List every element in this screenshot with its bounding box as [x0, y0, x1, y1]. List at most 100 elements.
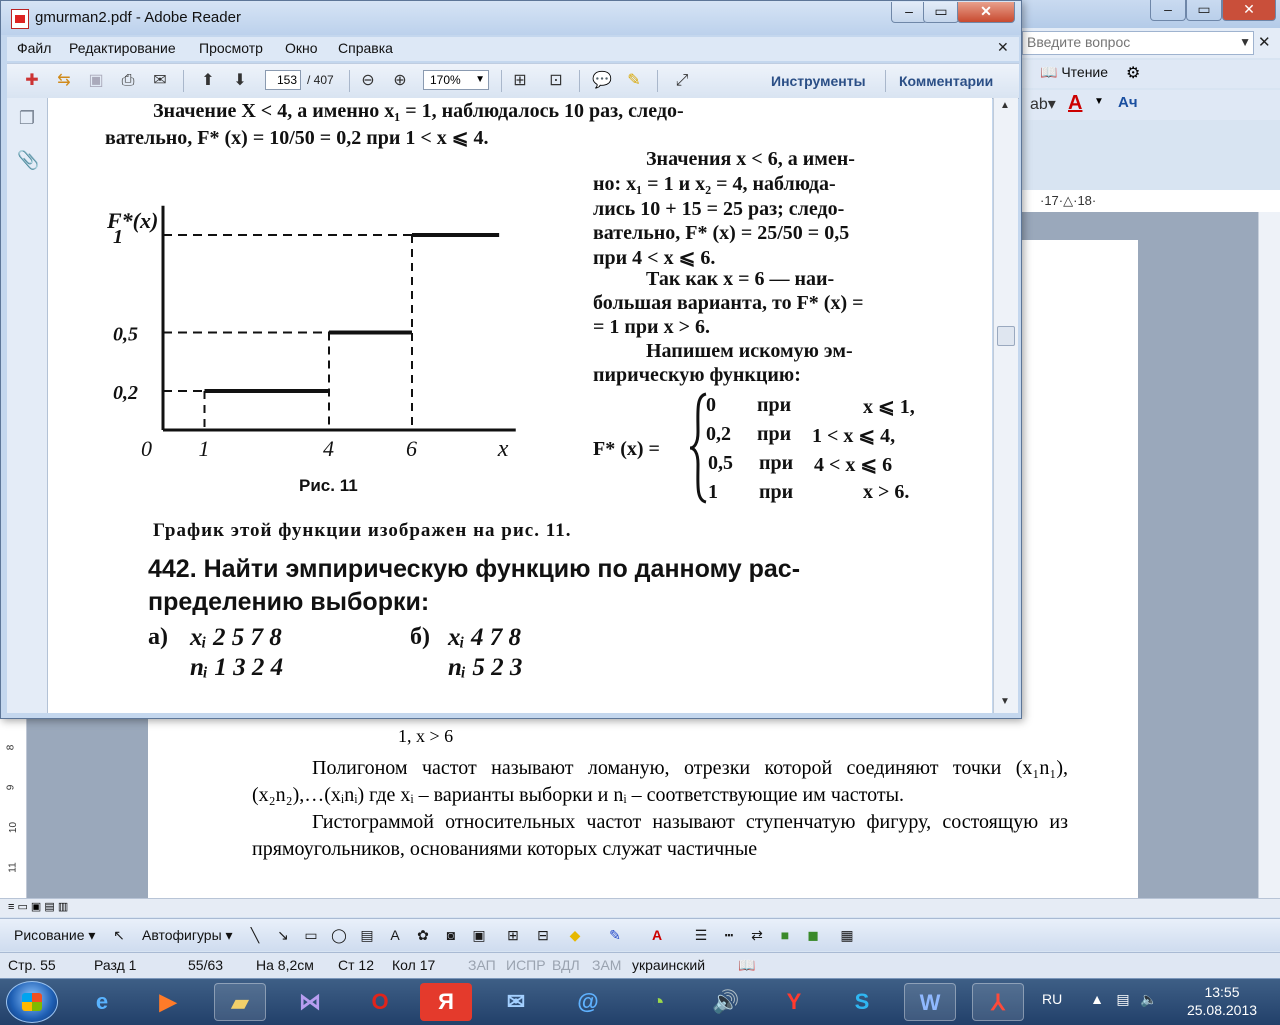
save-icon[interactable]: ▣	[85, 70, 107, 92]
word-minimize-button[interactable]: –	[1150, 0, 1186, 21]
scroll-thumb[interactable]	[997, 326, 1015, 346]
fit-page-icon[interactable]: ⊞	[509, 70, 531, 92]
line-color-icon[interactable]: ✎	[606, 926, 624, 944]
spelling-icon[interactable]: 📖	[738, 957, 755, 974]
attachments-icon[interactable]: 📎	[17, 150, 39, 172]
comments-pane-button[interactable]: Комментарии	[899, 73, 993, 89]
chevron-down-icon[interactable]: ▼	[475, 71, 485, 89]
scroll-up-icon[interactable]: ▲	[1000, 100, 1010, 111]
network-icon[interactable]: ▤	[1114, 991, 1132, 1009]
view-buttons[interactable]: ≡ ▭ ▣ ▤ ▥	[8, 900, 68, 913]
pages-icon[interactable]: ❐	[17, 108, 37, 130]
menu-view[interactable]: Просмотр	[199, 40, 263, 56]
reading-mode-button[interactable]: 📖 Чтение	[1040, 64, 1108, 84]
volume-icon[interactable]: 🔈	[1140, 991, 1158, 1009]
line-style-icon[interactable]: ☰	[692, 926, 710, 944]
word-maximize-button[interactable]: ▭	[1186, 0, 1222, 21]
status-rec[interactable]: ЗАП	[468, 957, 496, 973]
tools-pane-button[interactable]: Инструменты	[771, 73, 866, 89]
clock[interactable]: 13:55 25.08.2013	[1172, 983, 1272, 1019]
diagram-icon[interactable]: ✿	[414, 926, 432, 944]
fullscreen-icon[interactable]: ⤢	[671, 70, 693, 92]
volume-app-icon[interactable]: 🔊	[700, 983, 752, 1021]
group-icon[interactable]: ⊞	[504, 926, 522, 944]
reader-maximize-button[interactable]: ▭	[923, 2, 959, 23]
drawing-menu-button[interactable]: Рисование ▾	[14, 927, 95, 944]
3d-icon[interactable]: ◼	[804, 926, 822, 944]
char-scale-icon[interactable]: Aч	[1118, 94, 1138, 111]
chevron-down-icon[interactable]: ▼	[1094, 96, 1104, 107]
fill-color-icon[interactable]: ◆	[566, 926, 584, 944]
zoom-select[interactable]: 170% ▼	[423, 70, 489, 90]
help-question-input[interactable]	[1023, 32, 1231, 52]
email-icon[interactable]: ✉	[149, 70, 171, 92]
menu-help[interactable]: Справка	[338, 40, 393, 56]
status-track[interactable]: ИСПР	[506, 957, 546, 973]
fit-width-icon[interactable]: ⊡	[545, 70, 567, 92]
grid-icon[interactable]: ▦	[838, 926, 856, 944]
status-overtype[interactable]: ЗАМ	[592, 957, 621, 973]
reader-vertical-scrollbar[interactable]: ▲ ▼	[993, 98, 1018, 713]
menu-window[interactable]: Окно	[285, 40, 318, 56]
close-icon[interactable]: ✕	[1258, 33, 1271, 51]
dash-style-icon[interactable]: ┅	[720, 926, 738, 944]
scroll-down-icon[interactable]: ▼	[1000, 696, 1010, 707]
arrow-icon[interactable]: ↘	[274, 926, 292, 944]
arrow-style-icon[interactable]: ⇄	[748, 926, 766, 944]
reader-close-button[interactable]: ✕	[957, 2, 1015, 23]
highlight-icon[interactable]: ab▾	[1030, 94, 1056, 114]
oval-icon[interactable]: ◯	[330, 926, 348, 944]
line-icon[interactable]: ╲	[246, 926, 264, 944]
next-page-icon[interactable]: ⬇	[229, 70, 251, 92]
wordart-icon[interactable]: A	[386, 926, 404, 944]
shadow-icon[interactable]: ■	[776, 926, 794, 944]
reader-minimize-button[interactable]: –	[891, 2, 927, 23]
document-text[interactable]: Полигоном частот называют ломаную, отрез…	[252, 755, 1068, 863]
zoom-in-icon[interactable]: ⊕	[389, 70, 411, 92]
autoshapes-menu-button[interactable]: Автофигуры ▾	[142, 927, 233, 944]
highlight-icon[interactable]: ✎	[623, 70, 645, 92]
create-pdf-icon[interactable]: ✚	[21, 70, 43, 92]
font-color-icon[interactable]: A	[1068, 92, 1082, 115]
select-objects-icon[interactable]: ↖	[110, 926, 128, 944]
rectangle-icon[interactable]: ▭	[302, 926, 320, 944]
zoom-out-icon[interactable]: ⊖	[357, 70, 379, 92]
textbox-icon[interactable]: ▤	[358, 926, 376, 944]
menu-file[interactable]: Файл	[17, 40, 51, 56]
at-mail-icon[interactable]: @	[562, 983, 614, 1021]
adobe-reader-icon[interactable]: ⅄	[972, 983, 1024, 1021]
previous-page-icon[interactable]: ⬆	[197, 70, 219, 92]
menu-edit[interactable]: Редактирование	[69, 40, 176, 56]
ie-icon[interactable]: e	[76, 983, 128, 1021]
yandex-icon[interactable]: Я	[420, 983, 472, 1021]
page-number-input[interactable]: 153	[265, 70, 301, 90]
chevron-down-icon[interactable]: ▼	[1239, 35, 1251, 49]
word-close-button[interactable]: ✕	[1222, 0, 1276, 21]
help-question-box[interactable]: ▼	[1022, 31, 1254, 55]
print-icon[interactable]: ⎙	[117, 70, 139, 92]
yandex-browser-icon[interactable]: Y	[768, 983, 820, 1021]
status-extend[interactable]: ВДЛ	[552, 957, 580, 973]
status-language[interactable]: украинский	[632, 957, 705, 973]
media-player-icon[interactable]: ▶	[142, 983, 194, 1021]
close-icon[interactable]: ✕	[997, 39, 1009, 56]
word-icon[interactable]: W	[904, 983, 956, 1021]
mail-icon[interactable]: ✉	[490, 983, 542, 1021]
explorer-icon[interactable]: ▰	[214, 983, 266, 1021]
ungroup-icon[interactable]: ⊟	[534, 926, 552, 944]
clipart-icon[interactable]: ◙	[442, 926, 460, 944]
open-file-icon[interactable]: ⇆	[53, 70, 75, 92]
opera-icon[interactable]: O	[354, 983, 406, 1021]
horizontal-scrollbar[interactable]: ≡ ▭ ▣ ▤ ▥	[0, 898, 1280, 917]
start-button[interactable]	[6, 981, 58, 1023]
show-hidden-icon[interactable]: ▲	[1088, 991, 1106, 1009]
language-indicator[interactable]: RU	[1042, 991, 1062, 1007]
document-view[interactable]: Значение X < 4, а именно x₁ = 1, наблюда…	[48, 98, 992, 713]
chart-app-icon[interactable]: ◔	[632, 983, 684, 1021]
visual-studio-icon[interactable]: ⋈	[284, 983, 336, 1021]
picture-icon[interactable]: ▣	[470, 926, 488, 944]
font-color-icon[interactable]: A	[648, 926, 666, 944]
research-icon[interactable]: ⚙	[1126, 63, 1148, 85]
comment-icon[interactable]: 💬	[591, 70, 613, 92]
vertical-scrollbar[interactable]	[1258, 212, 1280, 898]
